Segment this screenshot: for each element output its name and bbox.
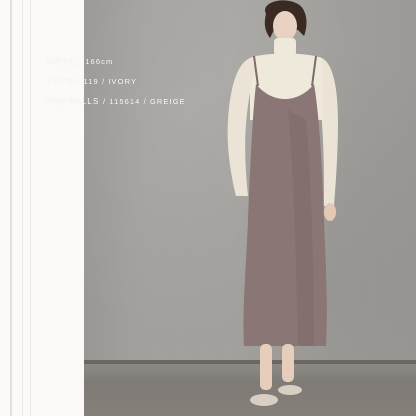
hand-right bbox=[324, 203, 336, 221]
turtleneck-collar bbox=[274, 38, 296, 56]
leg-left bbox=[260, 344, 272, 390]
spec-value: 166cm bbox=[85, 57, 114, 66]
spec-model-height: MODEL 166cm bbox=[47, 57, 113, 66]
shoe-right bbox=[278, 385, 302, 395]
spec-value: / 119 / IVORY bbox=[77, 77, 138, 86]
vertical-rule bbox=[22, 0, 23, 416]
spec-label: TOPS bbox=[47, 77, 74, 86]
model-figure bbox=[227, 0, 338, 406]
spec-label: MODEL bbox=[47, 57, 82, 66]
spec-value: / 115614 / GREIGE bbox=[102, 97, 186, 106]
product-image: MODEL 166cm TOPS / 119 / IVORY OVERALLS … bbox=[0, 0, 416, 416]
spec-overalls: OVERALLS / 115614 / GREIGE bbox=[47, 97, 186, 106]
ivory-top-sleeve-right bbox=[322, 58, 338, 206]
model-photo bbox=[84, 0, 416, 416]
vertical-rule bbox=[10, 0, 12, 416]
vertical-rule bbox=[30, 0, 31, 416]
leg-right bbox=[282, 344, 294, 382]
dress-body bbox=[243, 84, 327, 346]
spec-label: OVERALLS bbox=[47, 97, 100, 106]
shoe-left bbox=[250, 394, 278, 406]
spec-tops: TOPS / 119 / IVORY bbox=[47, 77, 137, 86]
face bbox=[273, 11, 297, 41]
